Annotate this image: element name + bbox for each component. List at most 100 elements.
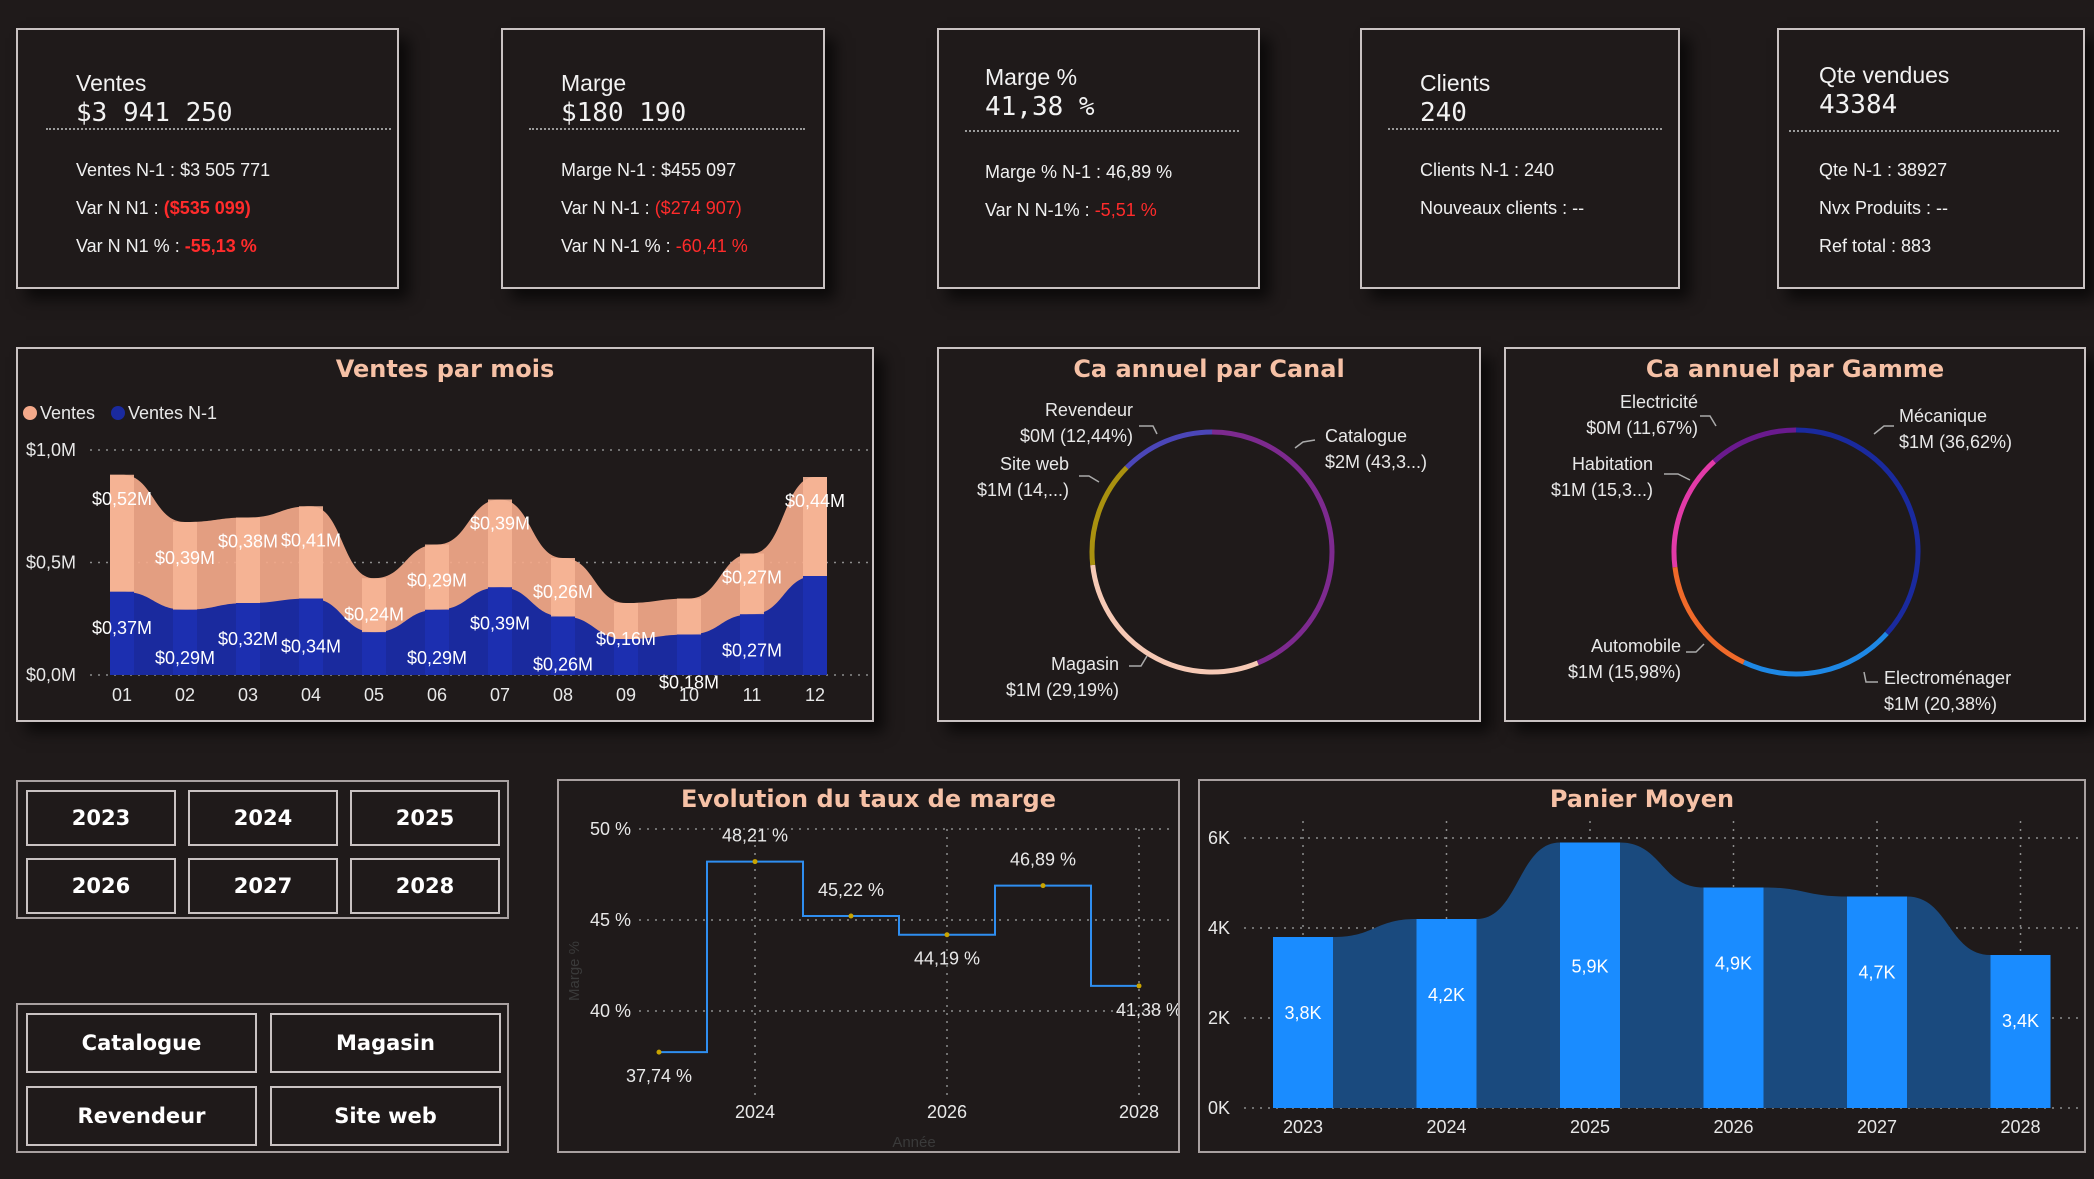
slice-value: $1M (14,...) <box>977 480 1069 500</box>
kpi-row-value: 240 <box>1524 160 1555 180</box>
x-tick-label: 2028 <box>1119 1102 1159 1122</box>
canal-button-catalogue[interactable]: Catalogue <box>26 1013 257 1073</box>
data-point <box>656 1049 662 1055</box>
year-slicer: 2023 2024 2025 2026 2027 2028 <box>16 780 509 919</box>
y-tick-label: $0,5M <box>26 553 76 573</box>
y-tick-label: 6K <box>1208 828 1230 848</box>
data-label-ventes-n1: $0,39M <box>470 613 530 633</box>
year-button-2023[interactable]: 2023 <box>26 790 176 846</box>
kpi-row: Var N N-1 % : -60,41 % <box>561 236 748 257</box>
ventes-par-mois-card: Ventes par mois Ventes Ventes N-1 $1,0M $0,… <box>16 347 874 722</box>
canal-slicer: Catalogue Magasin Revendeur Site web <box>16 1003 509 1153</box>
bar-ventes <box>236 517 260 603</box>
slice-name: Mécanique <box>1899 406 1987 426</box>
slice-name: Electroménager <box>1884 668 2011 688</box>
leader-line <box>1079 475 1100 483</box>
slice-value: $1M (15,3...) <box>1551 480 1653 500</box>
donut-slice <box>1089 465 1129 566</box>
kpi-row-value: -5,51 % <box>1094 200 1157 220</box>
kpi-row-label: Var N N-1 : <box>561 198 655 218</box>
x-tick-label: 09 <box>616 685 636 705</box>
slice-value: $0M (12,44%) <box>1020 426 1133 446</box>
x-tick-label: 08 <box>553 685 573 705</box>
kpi-row-label: Var N N-1 % : <box>561 236 676 256</box>
donut-slice <box>1672 566 1745 665</box>
data-label: 5,9K <box>1571 957 1608 977</box>
kpi-value: 240 <box>1420 98 1467 128</box>
canal-button-site-web[interactable]: Site web <box>270 1086 501 1146</box>
data-point <box>848 913 854 919</box>
kpi-row: Qte N-1 : 38927 <box>1819 160 1947 181</box>
data-label: 3,4K <box>2002 1011 2039 1031</box>
kpi-row-value: -- <box>1572 198 1585 218</box>
leader-line <box>1863 671 1878 683</box>
y-tick-label: 50 % <box>590 819 631 839</box>
kpi-row-value: ($274 907) <box>654 198 742 218</box>
year-button-2027[interactable]: 2027 <box>188 858 338 914</box>
donut-slice <box>1671 459 1716 568</box>
kpi-row-label: Var N N1 % : <box>76 236 185 256</box>
data-label-ventes-n1: $0,18M <box>659 673 719 693</box>
x-tick-label: 05 <box>364 685 384 705</box>
bar-ventes-n1 <box>803 576 827 675</box>
slice-value: $1M (15,98%) <box>1568 662 1681 682</box>
data-label-ventes: $0,39M <box>470 514 530 534</box>
kpi-row-value: ($535 099) <box>163 198 251 218</box>
kpi-row-label: Clients N-1 : <box>1420 160 1525 180</box>
y-tick-label: 4K <box>1208 918 1230 938</box>
kpi-row-label: Ref total : <box>1819 236 1902 256</box>
data-label-ventes: $0,38M <box>218 532 278 552</box>
data-label-ventes-n1: $0,34M <box>281 637 341 657</box>
kpi-title: Ventes <box>76 70 147 96</box>
x-tick-label: 2025 <box>1570 1117 1610 1137</box>
y-tick-label: 45 % <box>590 910 631 930</box>
data-label-ventes: $0,29M <box>407 571 467 591</box>
donut-slice <box>1712 427 1797 464</box>
canal-button-magasin[interactable]: Magasin <box>270 1013 501 1073</box>
year-button-2028[interactable]: 2028 <box>350 858 500 914</box>
y-tick-label: 2K <box>1208 1008 1230 1028</box>
x-tick-label: 12 <box>805 685 825 705</box>
x-tick-label: 2026 <box>1713 1117 1753 1137</box>
kpi-row: Var N N-1 : ($274 907) <box>561 198 742 219</box>
x-tick-label: 06 <box>427 685 447 705</box>
kpi-row: Ventes N-1 : $3 505 771 <box>76 160 270 181</box>
year-button-2024[interactable]: 2024 <box>188 790 338 846</box>
data-label-ventes-n1: $0,26M <box>533 655 593 675</box>
x-tick-label: 2023 <box>1283 1117 1323 1137</box>
donut-slice <box>1124 429 1213 470</box>
kpi-row-label: Nvx Produits : <box>1819 198 1937 218</box>
kpi-divider <box>965 130 1239 132</box>
kpi-divider <box>1388 128 1662 130</box>
kpi-row-value: 38927 <box>1897 160 1948 180</box>
kpi-row-label: Qte N-1 : <box>1819 160 1898 180</box>
data-label-ventes-n1: $0,27M <box>722 640 782 660</box>
data-label-ventes: $0,39M <box>155 548 215 568</box>
x-tick-label: 2027 <box>1857 1117 1897 1137</box>
data-label: 3,8K <box>1284 1003 1321 1023</box>
data-point <box>752 859 758 865</box>
year-button-2026[interactable]: 2026 <box>26 858 176 914</box>
slice-name: Automobile <box>1591 636 1681 656</box>
year-button-2025[interactable]: 2025 <box>350 790 500 846</box>
data-point <box>1040 883 1046 889</box>
slice-value: $1M (36,62%) <box>1899 432 2012 452</box>
kpi-row: Marge N-1 : $455 097 <box>561 160 736 181</box>
data-label-ventes: $0,27M <box>722 568 782 588</box>
taux-marge-card: Evolution du taux de marge 50 % 45 % 40 % 2… <box>557 779 1180 1153</box>
kpi-row-value: -- <box>1936 198 1949 218</box>
ventes-par-mois-chart: Ventes Ventes N-1 $1,0M $0,5M $0,0M 01 02 03 04 0… <box>23 403 870 705</box>
legend-label: Ventes <box>40 403 95 423</box>
data-label: 41,38 % <box>1116 1000 1178 1020</box>
leader-line <box>1686 643 1705 653</box>
kpi-value: $3 941 250 <box>76 98 233 128</box>
canal-button-revendeur[interactable]: Revendeur <box>26 1086 257 1146</box>
kpi-card-clients: Clients 240 Clients N-1 : 240 Nouveaux cl… <box>1360 28 1680 289</box>
x-tick-label: 01 <box>112 685 132 705</box>
x-axis-title: Année <box>892 1134 935 1151</box>
bar <box>1990 955 2051 1108</box>
kpi-row: Nvx Produits : -- <box>1819 198 1948 219</box>
bar-ventes-n1 <box>677 634 701 675</box>
data-label: 45,22 % <box>818 880 884 900</box>
data-label-ventes: $0,24M <box>344 604 404 624</box>
